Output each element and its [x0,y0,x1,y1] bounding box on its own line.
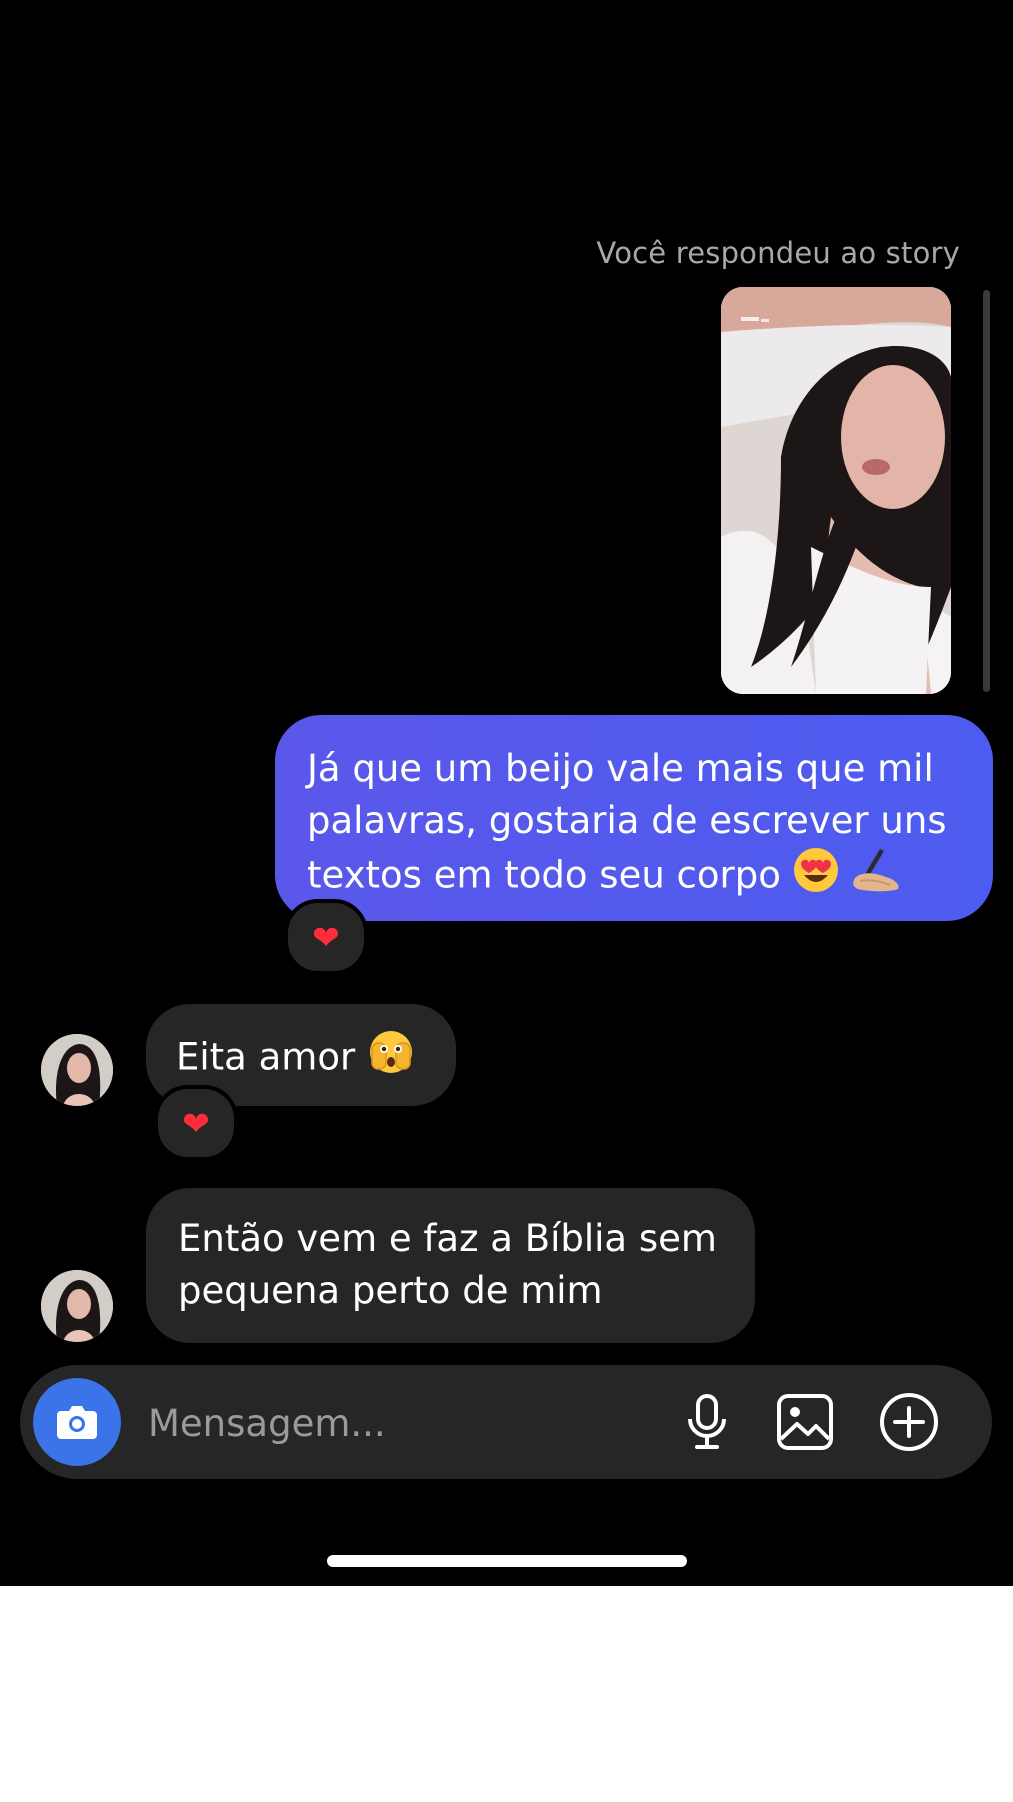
avatar-photo [41,1034,113,1106]
more-button[interactable] [878,1391,940,1453]
incoming-message-line: pequena perto de mim [178,1269,603,1312]
heart-reaction-icon: ❤ [312,917,340,957]
home-indicator[interactable] [327,1555,687,1567]
message-composer [20,1365,992,1479]
outgoing-message-bubble[interactable]: Já que um beijo vale mais que mil palavr… [275,715,993,921]
story-photo [721,287,951,694]
incoming-message-bubble[interactable]: Então vem e faz a Bíblia sem pequena per… [146,1188,755,1343]
camera-icon [57,1406,97,1439]
face-peeking-emoji [367,1029,415,1089]
avatar-photo [41,1270,113,1342]
plus-icon [880,1393,938,1451]
microphone-button[interactable] [676,1391,738,1453]
incoming-message-line: Então vem e faz a Bíblia sem [178,1217,717,1260]
writing-hand-emoji [850,847,902,907]
gallery-button[interactable] [774,1391,836,1453]
scrollbar[interactable] [983,290,990,692]
avatar[interactable] [41,1034,113,1106]
incoming-message-text: Eita amor [176,1035,356,1079]
heart-reaction-icon: ❤ [182,1103,210,1143]
avatar[interactable] [41,1270,113,1342]
microphone-icon [688,1394,726,1449]
bottom-area [0,1586,1013,1802]
gallery-icon [777,1394,833,1450]
message-reaction[interactable]: ❤ [284,899,368,975]
heart-eyes-emoji [793,847,839,907]
message-reaction[interactable]: ❤ [154,1085,238,1161]
story-thumbnail[interactable] [721,287,951,694]
message-input[interactable] [146,1387,670,1459]
chat-screen: Você respondeu ao story Já que um beijo … [0,0,1013,1586]
camera-button[interactable] [33,1378,121,1466]
story-reply-caption: Você respondeu ao story [596,236,960,270]
